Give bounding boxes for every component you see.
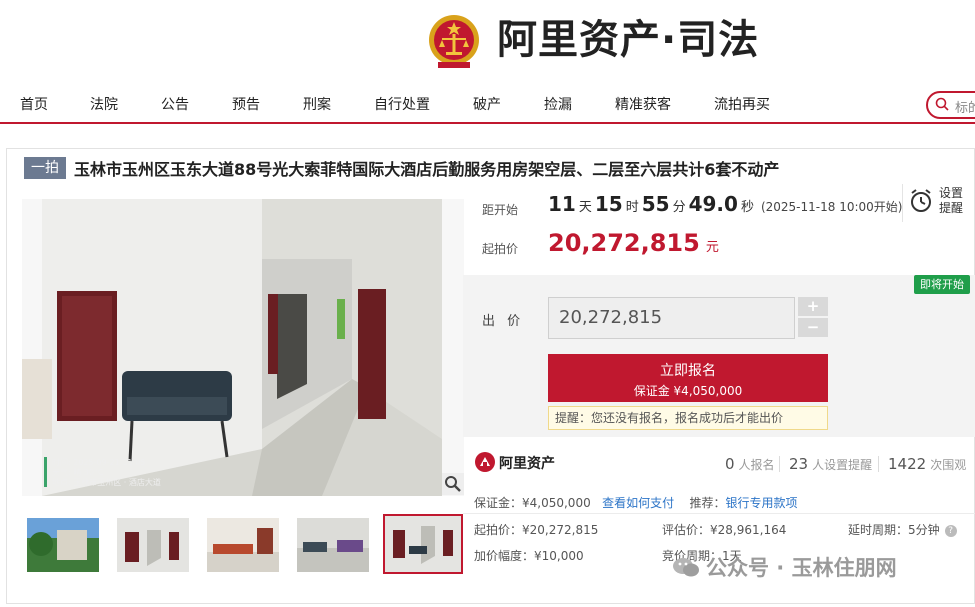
countdown-days: 11: [548, 192, 576, 216]
search-icon: [935, 97, 949, 111]
signup-button[interactable]: 立即报名 保证金 ¥4,050,000: [548, 354, 828, 402]
alarm-clock-icon: [911, 189, 931, 212]
deposit-detail: 保证金：¥4,050,000 查看如何支付 推荐：银行专用款项: [474, 496, 798, 510]
reminder-count: 23 人设置提醒: [789, 455, 873, 473]
site-header: 阿里资产·司法: [0, 0, 975, 82]
thumbnail-corridor-1[interactable]: [117, 518, 189, 572]
view-count: 1422 次围观: [888, 455, 967, 473]
photo-stamp-line-2: 天气: 晴 30°C: [52, 467, 104, 477]
thumbnail-room[interactable]: [207, 518, 279, 572]
search-placeholder: 标的: [955, 101, 975, 116]
ali-assets-brand: 阿里资产: [499, 456, 555, 472]
thumbnail-exterior[interactable]: [27, 518, 99, 572]
countdown-hours: 15: [594, 192, 623, 216]
site-logo-text: 阿里资产·司法: [497, 17, 760, 63]
delay-cycle-detail: 延时周期：5分钟?: [848, 521, 957, 538]
countdown-seconds: 49.0: [688, 192, 738, 216]
appraisal-detail: 评估价：¥28,961,164: [662, 523, 787, 537]
watermark-text: 公众号 · 玉林住朋网: [706, 556, 897, 580]
photo-stamp-line-3: 地点: 玉林市玉州区 · 酒店大道: [52, 477, 161, 487]
nav-item-notice[interactable]: 公告: [161, 94, 189, 114]
reminder-line-2: 提醒: [939, 201, 964, 215]
how-to-pay-link[interactable]: 查看如何支付: [602, 496, 674, 510]
search-input[interactable]: 标的: [926, 91, 975, 119]
reminder-line-1: 设置: [939, 186, 964, 200]
stat-divider: [878, 456, 879, 472]
bid-amount-input[interactable]: 20,272,815: [548, 297, 795, 339]
thumbnail-passage[interactable]: [383, 514, 463, 574]
nav-item-relist[interactable]: 流拍再买: [714, 94, 770, 114]
nav-item-criminal[interactable]: 刑案: [303, 94, 331, 114]
wechat-icon: [673, 558, 699, 577]
start-price-value: 20,272,815: [548, 229, 700, 257]
lot-title: 玉林市玉州区玉东大道88号光大索菲特国际大酒店后勤服务用房架空层、二层至六层共计…: [74, 160, 780, 179]
ali-assets-logo-icon: [475, 452, 495, 472]
start-price-unit: 元: [705, 240, 719, 255]
stats-row: 阿里资产 0 人报名 23 人设置提醒 1422 次围观: [463, 442, 975, 484]
thumbnail-strip: [22, 514, 464, 576]
photo-stamp-line-1: 时间: 2025-09-21 11:05: [52, 457, 145, 467]
detail-divider: [463, 513, 975, 514]
lot-title-row: 一拍 玉林市玉州区玉东大道88号光大索菲特国际大酒店后勤服务用房架空层、二层至六…: [6, 148, 975, 186]
start-price-label: 起拍价: [482, 242, 519, 256]
bid-decrease-button[interactable]: −: [798, 318, 828, 337]
countdown-label: 距开始: [482, 203, 519, 217]
countdown-start-note: (2025-11-18 10:00开始): [760, 200, 903, 214]
help-icon[interactable]: ?: [944, 524, 957, 537]
bid-label: 出 价: [482, 314, 525, 329]
countdown-day-unit: 天: [578, 200, 592, 215]
bid-increase-button[interactable]: +: [798, 297, 828, 316]
status-badge: 即将开始: [914, 275, 970, 294]
round-badge: 一拍: [24, 157, 66, 179]
countdown-second-unit: 秒: [740, 200, 754, 215]
corridor-photo: 时间: 2025-09-21 11:05 天气: 晴 30°C 地点: 玉林市玉…: [22, 199, 464, 496]
nav-item-self-disposal[interactable]: 自行处置: [374, 94, 430, 114]
nav-item-bargain[interactable]: 捡漏: [544, 94, 572, 114]
countdown-minutes: 55: [641, 192, 670, 216]
nav-item-bankruptcy[interactable]: 破产: [473, 94, 501, 114]
start-price-detail: 起拍价：¥20,272,815: [474, 523, 599, 537]
signup-tip: 提醒：您还没有报名，报名成功后才能出价: [548, 406, 828, 430]
set-reminder-button[interactable]: 设置 提醒: [902, 184, 975, 222]
start-price: 20,272,815 元: [548, 229, 719, 257]
bank-payment-link[interactable]: 银行专用款项: [725, 496, 797, 510]
thumbnail-hall[interactable]: [297, 518, 369, 572]
deposit-line: 保证金 ¥4,050,000: [633, 384, 743, 398]
countdown: 11 天 15 时 55 分 49.0 秒 (2025-11-18 10:00开始): [548, 192, 902, 216]
countdown-hour-unit: 时: [625, 200, 639, 215]
nav-item-precise-leads[interactable]: 精准获客: [615, 94, 671, 114]
nav-item-preview[interactable]: 预告: [232, 94, 260, 114]
main-photo[interactable]: 时间: 2025-09-21 11:05 天气: 晴 30°C 地点: 玉林市玉…: [22, 199, 464, 496]
increment-detail: 加价幅度：¥10,000: [474, 549, 584, 563]
signup-label: 立即报名: [660, 363, 716, 379]
court-emblem-icon: [429, 15, 479, 68]
nav-item-court[interactable]: 法院: [90, 94, 118, 114]
main-nav: 首页 法院 公告 预告 刑案 自行处置 破产 捡漏 精准获客 流拍再买 标的: [0, 82, 975, 124]
stat-divider: [779, 456, 780, 472]
signup-count: 0 人报名: [725, 455, 775, 473]
zoom-icon[interactable]: [442, 473, 464, 495]
nav-item-home[interactable]: 首页: [20, 94, 48, 114]
countdown-minute-unit: 分: [672, 200, 686, 215]
